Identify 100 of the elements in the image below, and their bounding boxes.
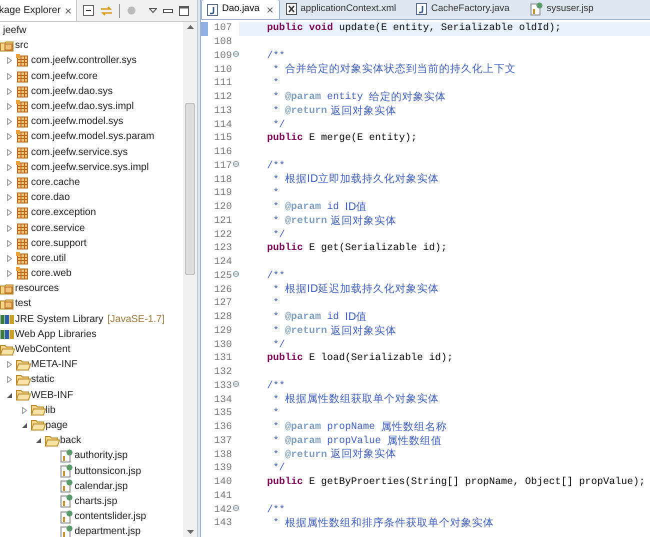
tree-item[interactable]: contentslider.jsp (74, 509, 146, 524)
collapsed-arrow-icon[interactable] (6, 133, 13, 140)
tree-item[interactable]: WEB-INF (31, 388, 74, 403)
collapsed-arrow-icon[interactable] (6, 178, 13, 186)
tree-item[interactable]: JRE System Library (15, 312, 104, 327)
collapsed-arrow-icon[interactable] (6, 118, 13, 126)
scroll-up-icon[interactable] (186, 25, 194, 29)
tree-item[interactable]: com.jeefw.model.sys (31, 114, 124, 130)
collapsed-arrow-icon[interactable] (6, 72, 13, 80)
line-number: 115 (214, 132, 233, 146)
code-token: * (272, 200, 280, 216)
tree-item[interactable]: charts.jsp (74, 494, 118, 509)
editor-tab[interactable]: Dao.java × (201, 0, 280, 19)
scrollbar[interactable] (183, 22, 197, 537)
expanded-arrow-icon[interactable] (20, 422, 28, 429)
tree-item[interactable]: core.service (31, 220, 85, 236)
close-button[interactable]: × (64, 2, 72, 20)
tree-item-decoration: [JavaSE-1.7] (107, 312, 165, 327)
tree-item[interactable]: com.jeefw.dao.sys (31, 84, 113, 99)
view-tab[interactable]: kage Explorer × (0, 0, 77, 21)
line-number: 113 (214, 104, 233, 119)
tree-item[interactable]: core.support (31, 236, 87, 251)
package-icon (16, 146, 29, 159)
fold-collapse-icon[interactable] (233, 270, 239, 277)
code-token: * (272, 90, 280, 106)
line-number: 119 (214, 187, 233, 202)
collapsed-arrow-icon[interactable] (6, 194, 13, 202)
line-number: 139 (214, 462, 233, 476)
tree-item[interactable]: META-INF (31, 357, 78, 372)
collapsed-arrow-icon[interactable] (6, 57, 13, 64)
code-token: * (272, 104, 280, 119)
source-folder-icon (0, 297, 14, 310)
collapsed-arrow-icon[interactable] (6, 148, 13, 156)
fold-collapse-icon[interactable] (233, 380, 239, 387)
jsp-file-icon (60, 494, 72, 508)
tree-item[interactable]: test (15, 296, 32, 312)
tree-item[interactable]: core.exception (31, 205, 96, 220)
collapsed-arrow-icon[interactable] (6, 103, 13, 110)
collapsed-arrow-icon[interactable] (6, 254, 13, 262)
maximize-icon[interactable] (178, 6, 189, 16)
collapsed-arrow-icon[interactable] (6, 209, 13, 216)
tree-item[interactable]: authority.jsp (74, 448, 128, 464)
tree-item[interactable]: com.jeefw.dao.sys.impl (31, 99, 134, 114)
package-icon (16, 160, 29, 174)
expanded-arrow-icon[interactable] (35, 437, 42, 444)
tree-item[interactable]: com.jeefw.controller.sys (31, 53, 137, 68)
package-icon (16, 115, 29, 128)
settings-icon[interactable] (126, 5, 137, 16)
collapsed-arrow-icon[interactable] (20, 406, 28, 414)
tree-item[interactable]: core.util (31, 250, 66, 266)
editor-tab[interactable]: CacheFactory.java (410, 0, 524, 19)
tree-item[interactable]: WebContent (15, 342, 70, 358)
tree-item[interactable]: core.web (31, 266, 72, 282)
tree-item[interactable]: jeefw (3, 23, 26, 38)
tree-item[interactable]: core.dao (31, 190, 70, 206)
collapsed-arrow-icon[interactable] (6, 224, 13, 232)
code-token: public void (267, 22, 334, 36)
tree-item[interactable]: lib (46, 402, 56, 418)
tree-item[interactable]: src (15, 38, 28, 54)
collapsed-arrow-icon[interactable] (6, 88, 13, 95)
fold-collapse-icon[interactable] (233, 160, 239, 167)
collapse-all-icon[interactable] (82, 5, 94, 16)
tree-item[interactable]: com.jeefw.core (31, 68, 98, 84)
jsp-file-icon (60, 479, 72, 494)
tree-item[interactable]: com.jeefw.service.sys.impl (31, 160, 149, 175)
tree-item[interactable]: resources (15, 281, 59, 296)
tree-item[interactable]: com.jeefw.model.sys.param (31, 129, 154, 144)
code-token: * (272, 174, 280, 188)
tree-item[interactable]: buttonsicon.jsp (74, 464, 142, 479)
tree-item[interactable]: Web App Libraries (15, 326, 97, 342)
collapsed-arrow-icon[interactable] (6, 240, 13, 247)
tree-item[interactable]: department.jsp (74, 524, 141, 537)
fold-collapse-icon[interactable] (233, 504, 239, 511)
code-token: propName (326, 421, 376, 436)
close-tab-button[interactable]: × (266, 0, 274, 18)
code-token: public (267, 352, 304, 366)
collapsed-arrow-icon[interactable] (6, 164, 13, 171)
editor-tab[interactable]: sysuser.jsp (524, 0, 608, 19)
code-token: */ (272, 228, 286, 242)
tree-item[interactable]: page (46, 418, 68, 433)
collapsed-arrow-icon[interactable] (6, 361, 13, 368)
scroll-down-icon[interactable] (186, 530, 194, 534)
tree-item[interactable]: calendar.jsp (74, 478, 128, 494)
collapsed-arrow-icon[interactable] (6, 270, 13, 278)
editor-tab[interactable]: applicationContext.xml (280, 0, 410, 19)
collapsed-arrow-icon[interactable] (6, 376, 13, 384)
fold-collapse-icon[interactable] (233, 50, 239, 57)
tree-item[interactable]: static (31, 372, 54, 388)
tree-item[interactable]: core.cache (31, 174, 80, 190)
view-menu-icon[interactable] (148, 8, 157, 13)
tree-item[interactable]: com.jeefw.service.sys (31, 144, 128, 160)
scrollbar-thumb[interactable] (185, 103, 195, 275)
minimize-icon[interactable] (162, 8, 173, 12)
line-number: 123 (214, 242, 233, 256)
tree-item[interactable]: back (60, 433, 82, 448)
jsp-file-icon (60, 464, 72, 478)
code-token: @return (285, 324, 328, 339)
code-token: @param (285, 90, 322, 106)
expanded-arrow-icon[interactable] (6, 392, 13, 399)
link-arrows-icon[interactable] (100, 4, 113, 16)
